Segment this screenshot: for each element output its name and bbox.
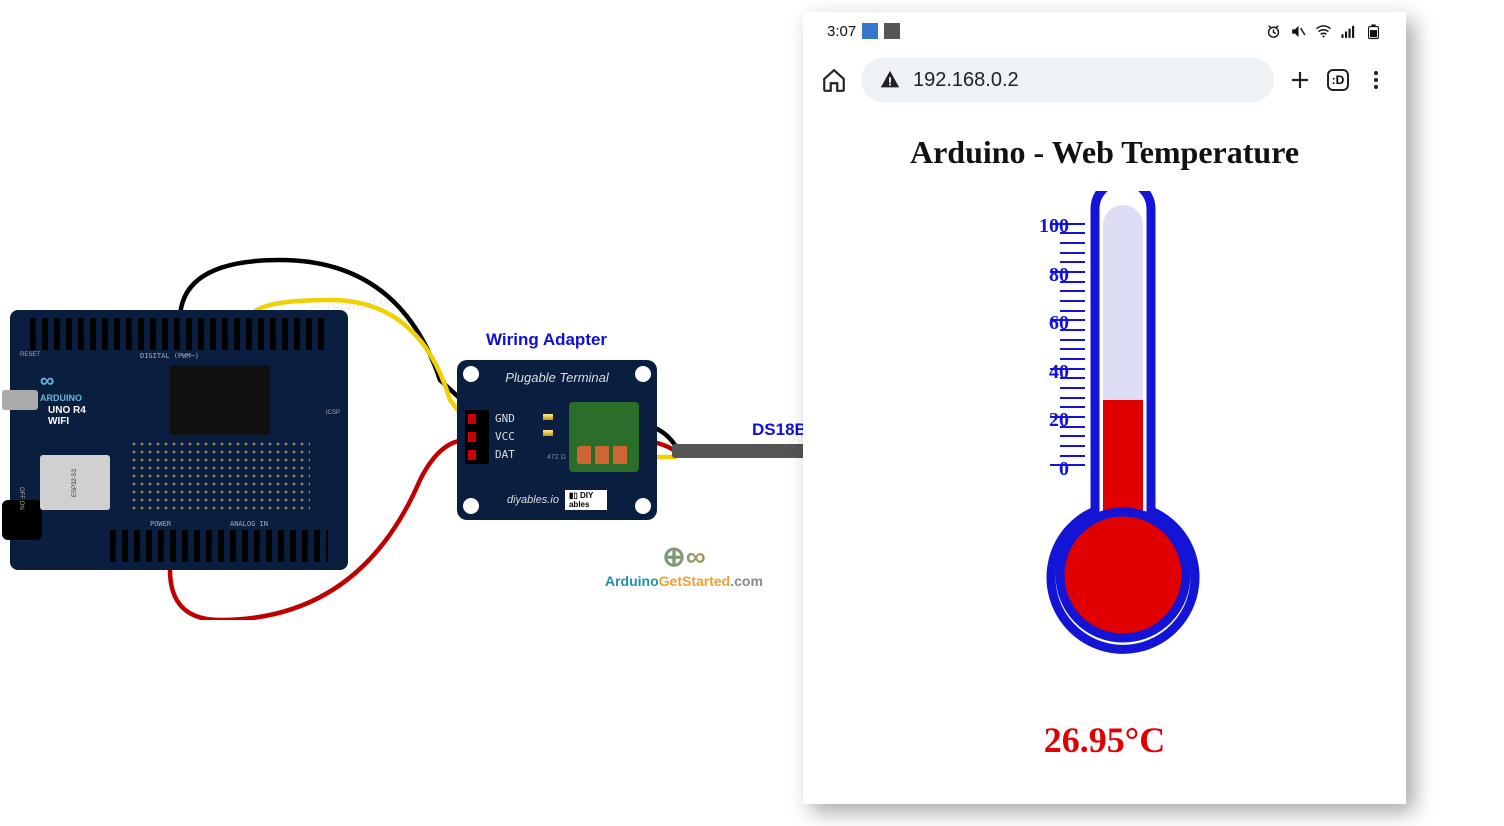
arduino-board: RESET OFF ON ICSP ∞ARDUINO UNO R4WIFI DI… — [10, 310, 348, 570]
statusbar-time: 3:07 — [827, 23, 856, 40]
arduino-proto-area — [130, 440, 310, 510]
browser-toolbar: 192.168.0.2 :D — [803, 50, 1406, 110]
phone-statusbar: 3:07 — [803, 12, 1406, 50]
watermark-logo: ⊕∞ ArduinoGetStarted.com — [605, 540, 763, 589]
arduino-off-on: OFF ON — [18, 487, 24, 510]
page-title: Arduino - Web Temperature — [823, 134, 1386, 171]
arduino-main-chip — [170, 365, 270, 435]
adapter-leds — [543, 414, 553, 436]
arduino-logo: ∞ARDUINO — [40, 370, 82, 403]
arduino-model: UNO R4WIFI — [48, 405, 86, 427]
arduino-wifi-module — [40, 455, 110, 510]
thermometer-svg — [990, 191, 1220, 711]
adapter-input-pins — [465, 410, 489, 464]
menu-dots-icon[interactable] — [1364, 68, 1388, 92]
url-bar[interactable]: 192.168.0.2 — [861, 58, 1274, 102]
mute-icon — [1290, 23, 1307, 40]
signal-icon — [1340, 23, 1357, 40]
arduino-power-label: POWER — [150, 520, 171, 528]
adapter-heading: Wiring Adapter — [486, 330, 607, 350]
statusbar-app-icon — [862, 23, 878, 39]
new-tab-icon[interactable] — [1288, 68, 1312, 92]
adapter-title: Plugable Terminal — [505, 370, 609, 385]
alarm-icon — [1265, 23, 1282, 40]
thermometer-widget: 100 80 60 40 20 0 — [823, 191, 1386, 761]
adapter-terminal-block — [569, 402, 639, 472]
adapter-brand: diyables.io ▮▯ DIY ables — [507, 490, 607, 510]
arduino-analog-label: ANALOG IN — [230, 520, 268, 528]
insecure-warning-icon — [879, 69, 901, 91]
page-content: Arduino - Web Temperature 100 80 60 40 2… — [803, 110, 1406, 785]
url-text: 192.168.0.2 — [913, 69, 1019, 92]
wifi-icon — [1315, 23, 1332, 40]
arduino-icsp-label: ICSP — [326, 410, 340, 416]
adapter-board: Plugable Terminal GNDVCCDAT 472 Ω diyabl… — [457, 360, 657, 520]
tabs-icon[interactable]: :D — [1326, 68, 1350, 92]
adapter-resistor: 472 Ω — [547, 454, 566, 461]
adapter-pin-labels: GNDVCCDAT — [495, 410, 515, 464]
home-icon[interactable] — [821, 67, 847, 93]
arduino-digital-label: DIGITAL (PWM~) — [140, 352, 199, 360]
statusbar-app-icon — [884, 23, 900, 39]
battery-icon — [1365, 23, 1382, 40]
arduino-reset-label: RESET — [20, 352, 40, 358]
arduino-usb-port — [2, 390, 38, 410]
temperature-reading: 26.95°C — [1044, 719, 1165, 761]
phone-mockup: 3:07 192.168.0.2 :D Arduino - Web Temper — [803, 12, 1406, 804]
